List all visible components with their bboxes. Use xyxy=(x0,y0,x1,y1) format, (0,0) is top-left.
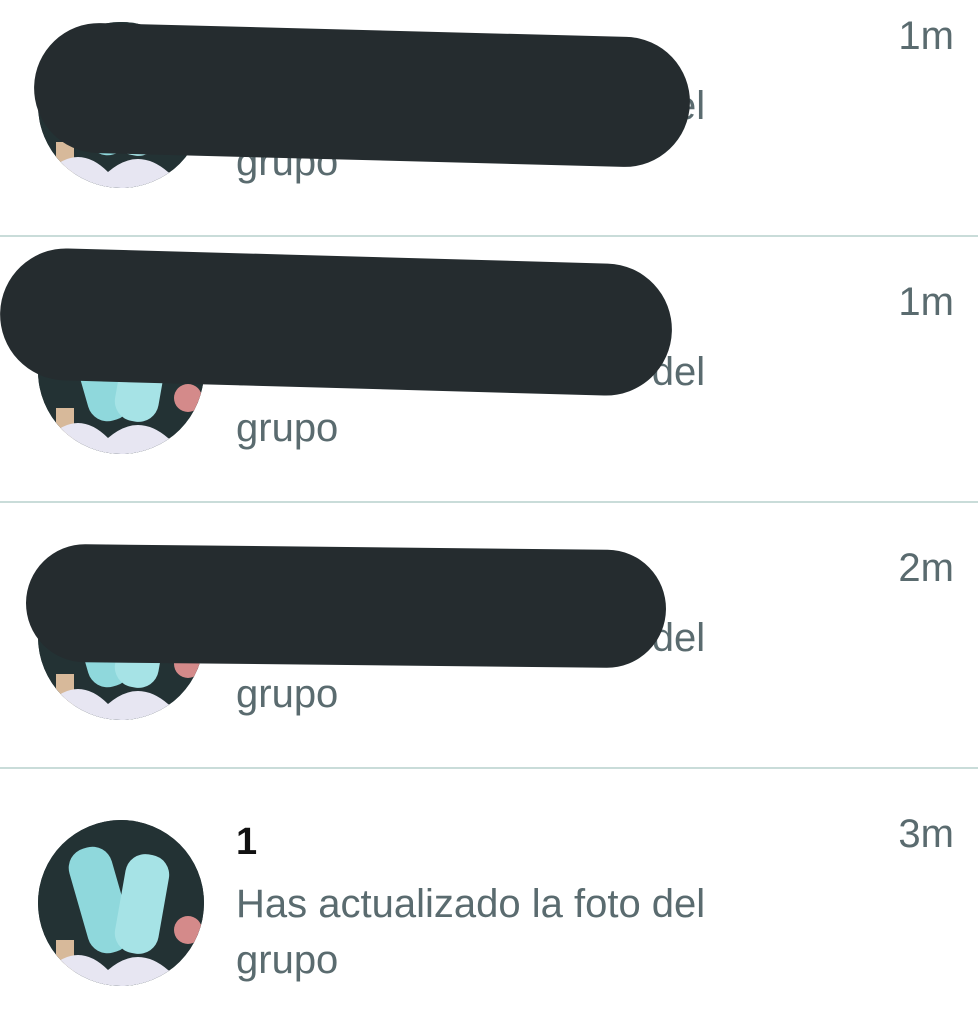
redaction-bar xyxy=(32,21,692,169)
chat-list: 1 Has actualizado la foto del grupo 1m 1… xyxy=(0,0,978,1023)
group-avatar[interactable] xyxy=(38,820,204,986)
chat-time: 3m xyxy=(898,812,954,856)
redaction-bar xyxy=(0,246,674,398)
row-divider xyxy=(0,501,978,503)
popsicle-group-photo-icon xyxy=(38,820,204,986)
chat-last-message: Has actualizado la foto del grupo xyxy=(236,882,706,982)
chat-time: 1m xyxy=(898,14,954,58)
row-divider xyxy=(0,235,978,237)
chat-time: 1m xyxy=(898,280,954,324)
row-divider xyxy=(0,767,978,769)
redaction-bar xyxy=(25,543,667,669)
chat-time: 2m xyxy=(898,546,954,590)
chat-row[interactable]: 1 Has actualizado la foto del grupo 3m xyxy=(0,768,978,1034)
chat-title: 1 xyxy=(236,821,258,863)
